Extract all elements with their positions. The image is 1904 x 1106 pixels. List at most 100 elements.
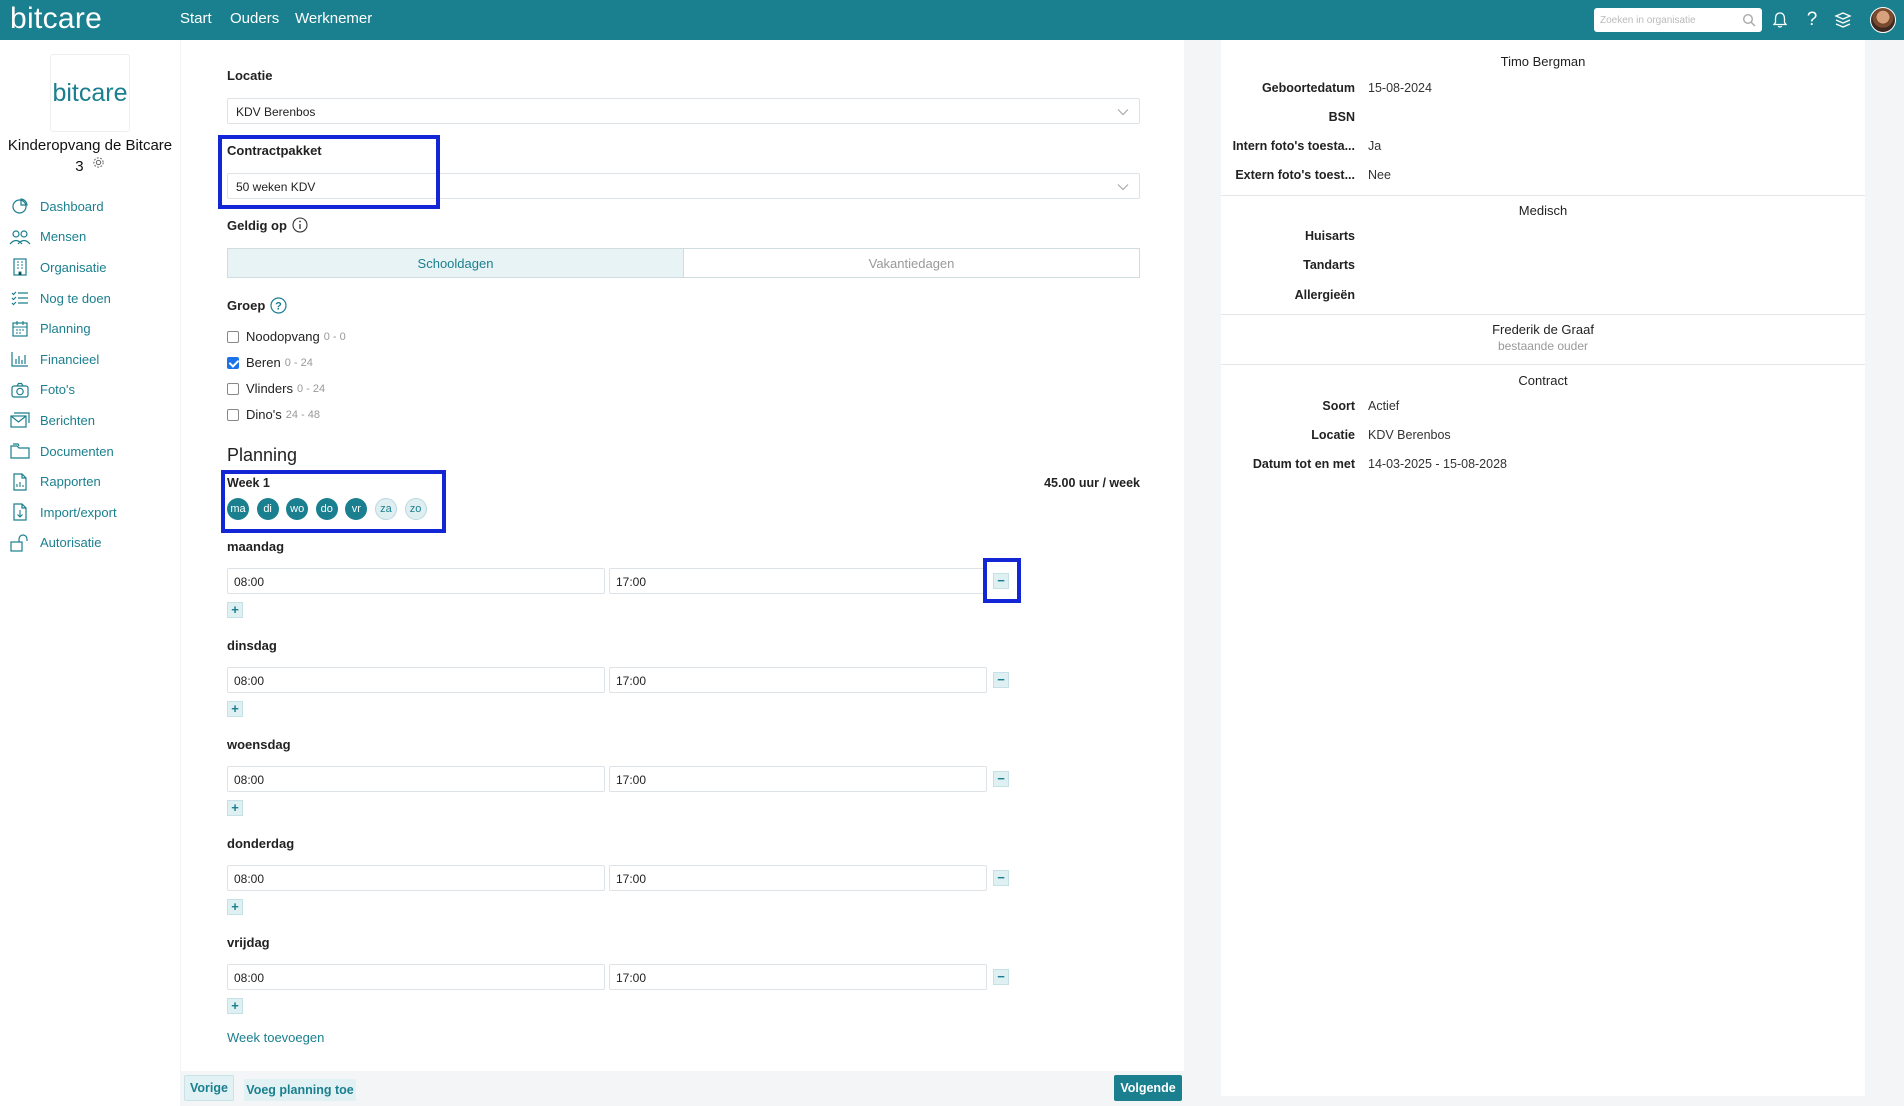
sidebar-item-label: Planning [40, 321, 91, 337]
detail-value: 14-03-2025 - 15-08-2028 [1368, 457, 1507, 471]
add-time-button[interactable]: + [227, 998, 243, 1014]
group-age-range: 0 - 0 [323, 330, 346, 343]
sidebar-item-label: Nog te doen [40, 290, 111, 306]
settings-gear-icon[interactable] [92, 155, 105, 174]
checkbox[interactable] [227, 330, 239, 343]
detail-key: Datum tot en met [1252, 457, 1355, 471]
end-time-input[interactable]: 17:00 [609, 568, 987, 594]
building-icon [9, 257, 31, 277]
search-input[interactable] [1594, 8, 1762, 32]
nav-start[interactable]: Start [180, 10, 212, 27]
start-time-input[interactable]: 08:00 [227, 667, 605, 693]
planning-title: Planning [227, 445, 298, 465]
info-icon[interactable] [292, 217, 308, 233]
divider [1221, 364, 1865, 365]
previous-button[interactable]: Vorige [184, 1075, 234, 1101]
locatie-value: KDV Berenbos [236, 105, 316, 119]
start-time-input[interactable]: 08:00 [227, 865, 605, 891]
sidebar-item-documenten[interactable]: Documenten [0, 436, 180, 467]
group-option-noodopvang[interactable]: Noodopvang 0 - 0 [227, 329, 346, 344]
weekday-chip-di[interactable]: di [256, 498, 279, 520]
sidebar-item-berichten[interactable]: Berichten [0, 405, 180, 436]
weekday-selector: ma di wo do vr za zo [227, 498, 434, 520]
sidebar-item-label: Import/export [40, 504, 117, 520]
organisation-name-text: Kinderopvang de Bitcare [7, 137, 173, 154]
remove-time-button[interactable]: − [993, 969, 1009, 985]
brand-logo[interactable]: bitcare [10, 1, 102, 37]
contractpakket-select[interactable]: 50 weken KDV [227, 173, 1140, 199]
group-option-dinos[interactable]: Dino's 24 - 48 [227, 407, 320, 422]
add-time-button[interactable]: + [227, 800, 243, 816]
group-option-vlinders[interactable]: Vlinders 0 - 24 [227, 381, 325, 396]
remove-time-button[interactable]: − [993, 573, 1009, 589]
next-button[interactable]: Volgende [1114, 1075, 1182, 1101]
end-time-input[interactable]: 17:00 [609, 865, 987, 891]
end-time-input[interactable]: 17:00 [609, 667, 987, 693]
detail-row: Tandarts [1221, 258, 1865, 278]
detail-key: Intern foto's toesta... [1232, 139, 1355, 153]
chevron-down-icon [1117, 180, 1129, 194]
sidebar-item-organisatie[interactable]: Organisatie [0, 252, 180, 283]
checkbox[interactable] [227, 408, 239, 421]
start-time-input[interactable]: 08:00 [227, 964, 605, 990]
end-time-input[interactable]: 17:00 [609, 964, 987, 990]
people-icon [9, 227, 31, 247]
bell-icon[interactable] [1769, 9, 1791, 31]
side-menu: Dashboard Mensen Organisatie Nog te doen… [0, 191, 180, 558]
start-time-input[interactable]: 08:00 [227, 568, 605, 594]
help-circle-icon[interactable]: ? [270, 297, 287, 314]
locatie-select[interactable]: KDV Berenbos [227, 98, 1140, 124]
checkbox-checked[interactable] [227, 356, 239, 369]
weekday-chip-zo[interactable]: zo [404, 498, 427, 520]
detail-row: Locatie KDV Berenbos [1221, 428, 1865, 448]
remove-time-button[interactable]: − [993, 870, 1009, 886]
sidebar-item-mensen[interactable]: Mensen [0, 222, 180, 253]
add-time-button[interactable]: + [227, 701, 243, 717]
detail-key: Huisarts [1304, 229, 1355, 243]
nav-werknemer[interactable]: Werknemer [295, 10, 372, 27]
remove-time-button[interactable]: − [993, 771, 1009, 787]
medisch-title: Medisch [1518, 203, 1568, 218]
weekday-chip-wo[interactable]: wo [286, 498, 309, 520]
detail-value: Actief [1368, 399, 1400, 413]
weekday-chip-vr[interactable]: vr [345, 498, 368, 520]
camera-icon [9, 380, 31, 400]
add-time-button[interactable]: + [227, 602, 243, 618]
sidebar-item-financieel[interactable]: Financieel [0, 344, 180, 375]
nav-ouders[interactable]: Ouders [230, 10, 279, 27]
end-time-input[interactable]: 17:00 [609, 766, 987, 792]
sidebar-item-nog-te-doen[interactable]: Nog te doen [0, 283, 180, 314]
start-time-input[interactable]: 08:00 [227, 766, 605, 792]
weekday-chip-ma[interactable]: ma [227, 498, 249, 520]
top-bar: bitcare Start Ouders Werknemer ? [0, 0, 1904, 40]
group-name: Beren [246, 355, 281, 370]
tab-schooldagen[interactable]: Schooldagen [228, 249, 684, 277]
sidebar-item-fotos[interactable]: Foto's [0, 375, 180, 406]
inbox-stack-icon[interactable] [1832, 9, 1854, 31]
group-option-beren[interactable]: Beren 0 - 24 [227, 355, 313, 370]
help-icon[interactable]: ? [1801, 9, 1823, 31]
sidebar-item-dashboard[interactable]: Dashboard [0, 191, 180, 222]
sidebar-item-planning[interactable]: Planning [0, 313, 180, 344]
tab-vakantiedagen[interactable]: Vakantiedagen [684, 249, 1139, 277]
geldig-op-text: Geldig op [227, 217, 287, 233]
svg-text:?: ? [275, 301, 282, 313]
divider [1221, 314, 1865, 315]
planning-form: Locatie KDV Berenbos Contractpakket 50 w… [181, 40, 1184, 1106]
remove-time-button[interactable]: − [993, 672, 1009, 688]
organisation-number-line: 3 [0, 155, 180, 176]
sidebar-item-label: Financieel [40, 351, 100, 367]
checkbox[interactable] [227, 382, 239, 395]
weekday-chip-za[interactable]: za [374, 498, 397, 520]
sidebar-item-import-export[interactable]: Import/export [0, 497, 180, 528]
sidebar: bitcare Kinderopvang de Bitcare 3 Dashbo… [0, 40, 180, 1106]
sidebar-item-autorisatie[interactable]: Autorisatie [0, 528, 180, 559]
add-week-link[interactable]: Week toevoegen [227, 1030, 324, 1045]
avatar[interactable] [1870, 7, 1896, 33]
sidebar-item-rapporten[interactable]: Rapporten [0, 466, 180, 497]
weekday-chip-do[interactable]: do [315, 498, 338, 520]
search-icon[interactable] [1738, 9, 1760, 31]
add-time-button[interactable]: + [227, 899, 243, 915]
add-planning-button[interactable]: Voeg planning toe [244, 1079, 356, 1101]
checklist-icon [9, 288, 31, 308]
